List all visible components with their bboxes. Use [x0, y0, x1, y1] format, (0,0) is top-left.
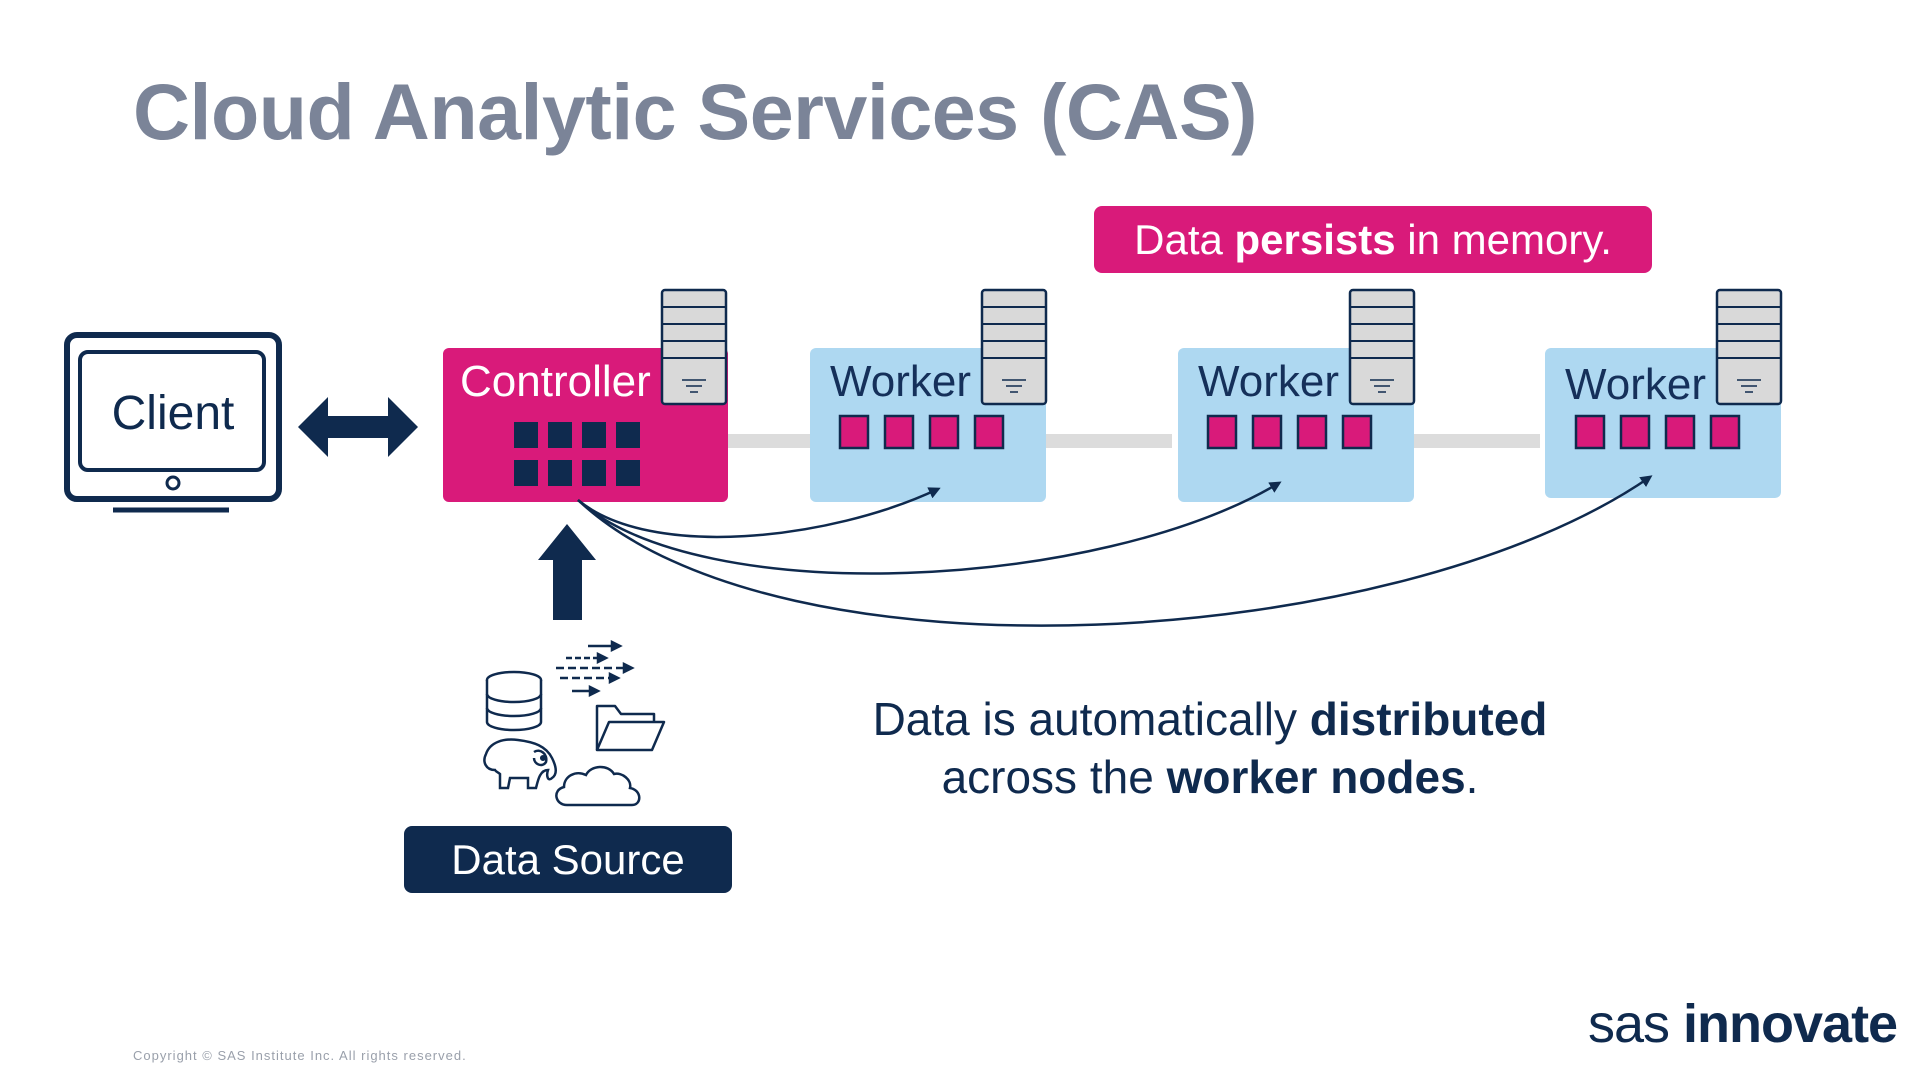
- worker-label: Worker: [830, 357, 971, 406]
- connector-bar: [728, 434, 810, 448]
- client-label: Client: [111, 387, 235, 440]
- controller-label: Controller: [460, 357, 651, 406]
- brand-logo: sas innovate: [1588, 993, 1898, 1055]
- worker-label: Worker: [1565, 360, 1706, 409]
- server-icon: [660, 288, 728, 406]
- stream-arrows-icon: [556, 639, 635, 698]
- caption-line2-bold: worker nodes: [1166, 751, 1466, 803]
- server-icon: [980, 288, 1048, 406]
- worker-label: Worker: [1198, 357, 1339, 406]
- cas-diagram: [64, 288, 1783, 807]
- up-arrow-icon: [538, 524, 596, 620]
- caption-line2-pre: across the: [941, 751, 1167, 803]
- brand-light: sas: [1588, 994, 1684, 1054]
- cloud-icon: [555, 765, 641, 807]
- memory-banner: Data persists in memory.: [1094, 206, 1652, 273]
- database-icon: [485, 670, 543, 732]
- caption-line1-pre: Data is automatically: [872, 693, 1310, 745]
- double-arrow-icon: [298, 397, 418, 457]
- caption-line2-post: .: [1465, 751, 1479, 803]
- banner-text-bold: persists: [1234, 215, 1396, 263]
- distribution-arrows: [577, 475, 1653, 627]
- connector-bar: [1414, 434, 1540, 448]
- server-icon: [1715, 288, 1783, 406]
- caption-line-2: across the worker nodes.: [760, 748, 1660, 806]
- folder-icon: [595, 704, 666, 752]
- distribution-caption: Data is automatically distributed across…: [760, 690, 1660, 806]
- connector-bar: [1046, 434, 1172, 448]
- caption-line1-bold: distributed: [1309, 693, 1548, 745]
- data-source-label: Data Source: [404, 826, 732, 893]
- distribution-arrow: [577, 475, 1653, 627]
- brand-bold: innovate: [1683, 994, 1898, 1054]
- banner-text-pre: Data: [1134, 215, 1235, 263]
- elephant-icon: [483, 738, 557, 790]
- banner-text-post: in memory.: [1395, 215, 1612, 263]
- copyright-notice: Copyright © SAS Institute Inc. All right…: [133, 1048, 467, 1063]
- server-icon: [1348, 288, 1416, 406]
- caption-line-1: Data is automatically distributed: [760, 690, 1660, 748]
